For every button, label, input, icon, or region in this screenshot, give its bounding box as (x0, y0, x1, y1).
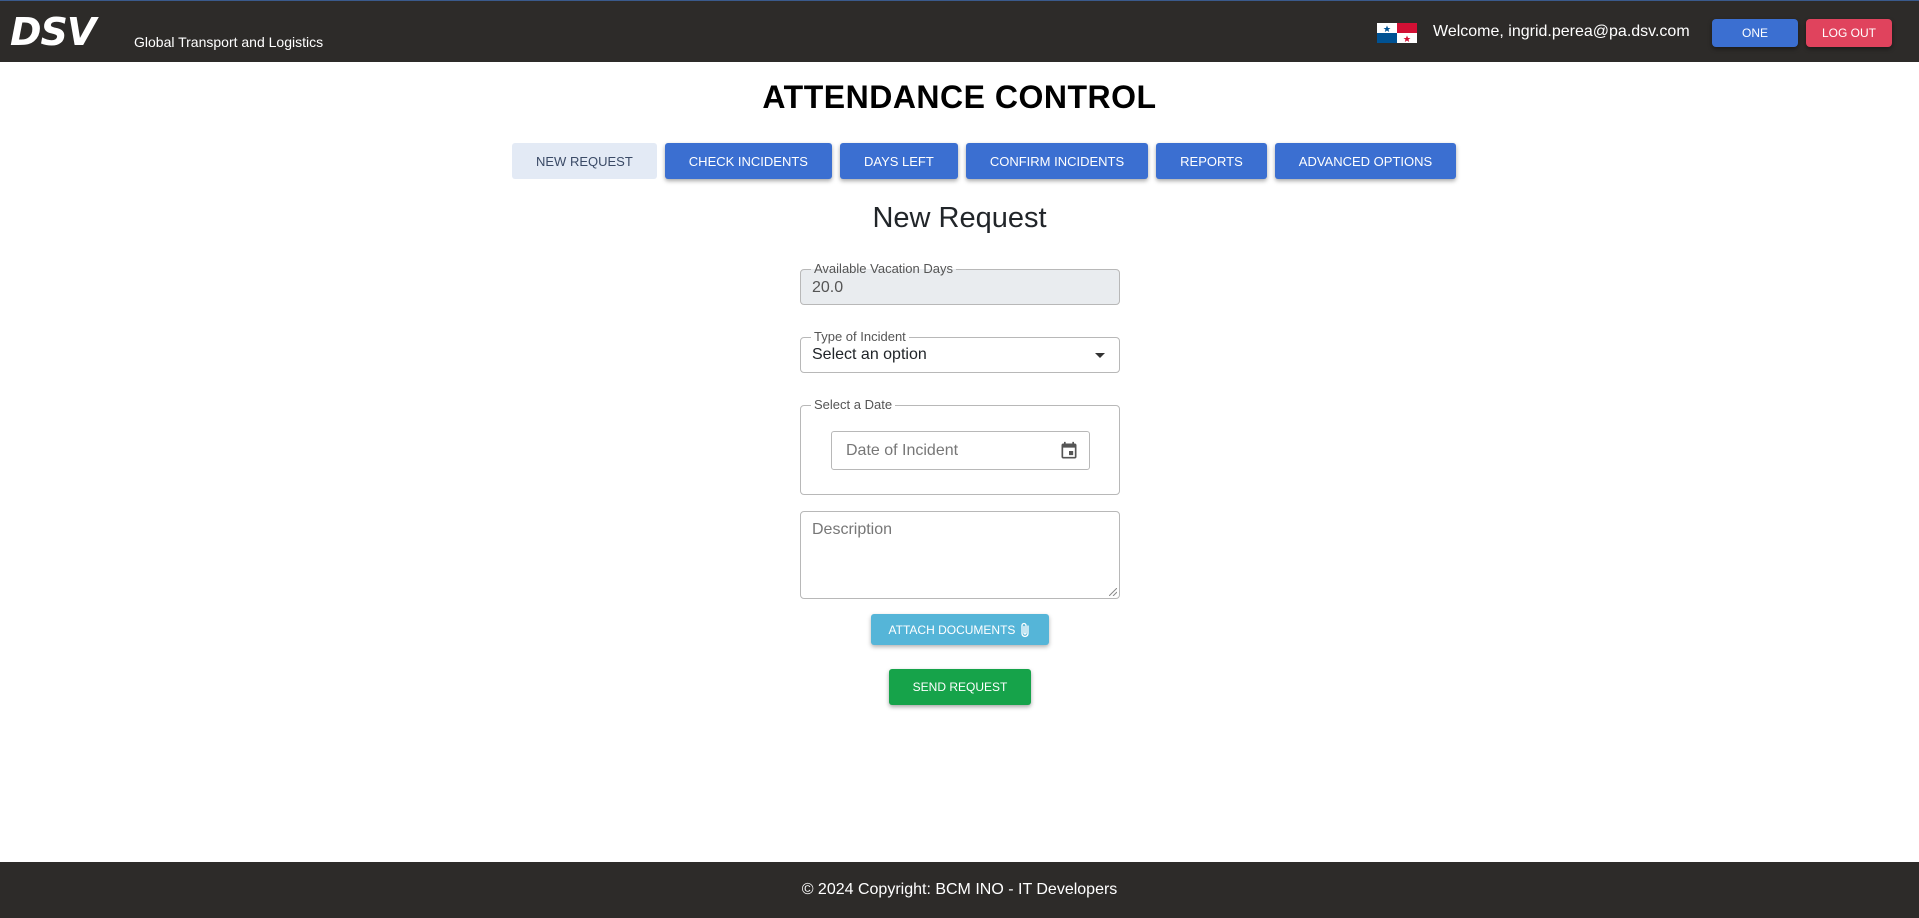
tab-confirm-incidents[interactable]: CONFIRM INCIDENTS (965, 143, 1149, 179)
one-button[interactable]: ONE (1712, 19, 1798, 47)
tab-days-left[interactable]: DAYS LEFT (839, 143, 958, 179)
incident-type-select[interactable]: Type of Incident Select an option (800, 330, 1120, 373)
vacation-days-label: Available Vacation Days (811, 262, 956, 276)
resize-handle-icon[interactable] (1109, 588, 1117, 596)
tab-check-incidents[interactable]: CHECK INCIDENTS (664, 143, 832, 179)
description-placeholder: Description (812, 521, 893, 538)
panama-flag-icon (1377, 23, 1417, 43)
attach-documents-label: ATTACH DOCUMENTS (888, 622, 1016, 637)
tab-new-request[interactable]: NEW REQUEST (512, 143, 657, 179)
top-navbar: DSV Global Transport and Logistics Welco… (0, 0, 1919, 62)
tab-advanced-options[interactable]: ADVANCED OPTIONS (1274, 143, 1457, 179)
attach-documents-button[interactable]: ATTACH DOCUMENTS (871, 614, 1049, 645)
dsv-logo[interactable]: DSV (10, 13, 96, 51)
incident-type-label: Type of Incident (811, 330, 909, 344)
nav-tabs: NEW REQUEST CHECK INCIDENTS DAYS LEFT CO… (512, 143, 1457, 179)
incident-type-value: Select an option (812, 346, 927, 363)
logout-button[interactable]: LOG OUT (1806, 19, 1892, 47)
welcome-text: Welcome, ingrid.perea@pa.dsv.com (1433, 23, 1690, 40)
description-textarea[interactable]: Description (800, 511, 1120, 599)
page-title: ATTENDANCE CONTROL (762, 79, 1157, 115)
send-request-button[interactable]: SEND REQUEST (889, 669, 1031, 705)
incident-date-placeholder: Date of Incident (846, 442, 959, 459)
calendar-icon[interactable] (1059, 441, 1079, 461)
chevron-down-icon (1095, 353, 1105, 358)
date-fieldset: Select a Date Date of Incident (800, 398, 1120, 495)
incident-date-input[interactable]: Date of Incident (831, 431, 1090, 470)
tab-reports[interactable]: REPORTS (1156, 143, 1267, 179)
vacation-days-field: Available Vacation Days 20.0 (800, 262, 1120, 305)
form-heading: New Request (872, 202, 1047, 234)
date-label: Select a Date (811, 398, 896, 412)
paperclip-icon (1021, 622, 1030, 637)
footer-copyright: © 2024 Copyright: BCM INO - IT Developer… (0, 862, 1919, 918)
vacation-days-value: 20.0 (812, 279, 844, 296)
logo-tagline: Global Transport and Logistics (134, 34, 324, 50)
